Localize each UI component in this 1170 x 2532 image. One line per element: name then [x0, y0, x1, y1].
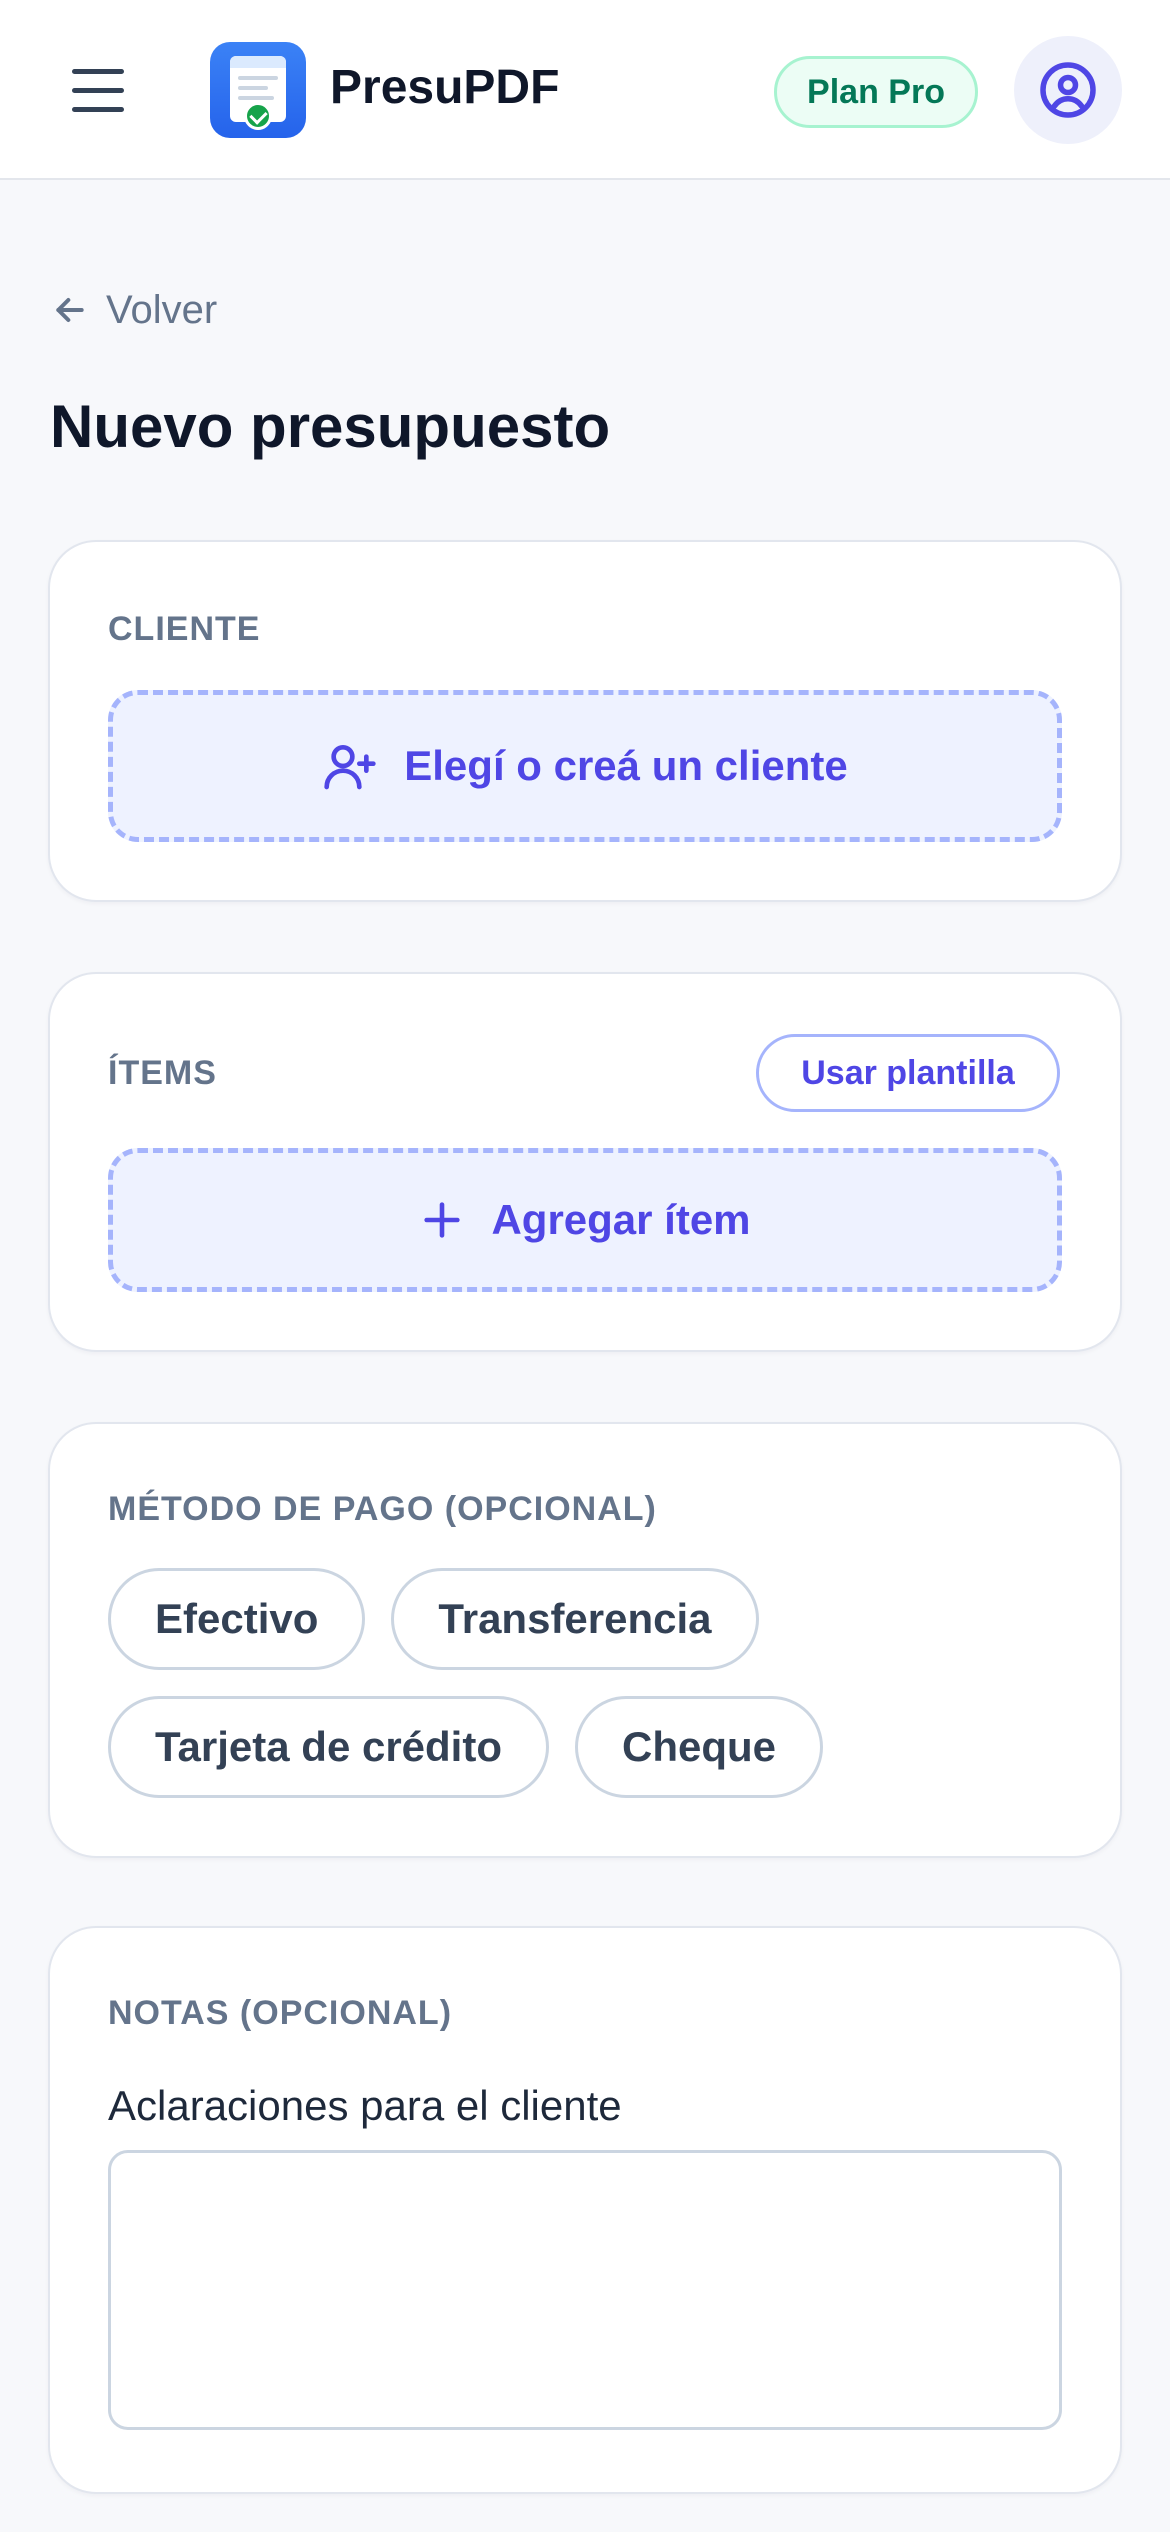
plan-badge[interactable]: Plan Pro — [774, 56, 978, 128]
select-client-button[interactable]: Elegí o creá un cliente — [108, 690, 1062, 842]
items-card: ÍTEMS Usar plantilla Agregar ítem — [48, 972, 1122, 1352]
top-app-bar: PresuPDF Plan Pro — [0, 0, 1170, 180]
plus-icon — [424, 1202, 461, 1238]
select-client-label: Elegí o creá un cliente — [404, 742, 848, 789]
add-item-label: Agregar ítem — [491, 1196, 751, 1243]
notes-card: NOTAS (OPCIONAL) Aclaraciones para el cl… — [48, 1926, 1122, 2494]
client-card: CLIENTE Elegí o creá un cliente — [48, 540, 1122, 902]
notes-section-label: NOTAS (OPCIONAL) — [108, 1994, 453, 2032]
payment-method-card: MÉTODO DE PAGO (OPCIONAL) Efectivo Trans… — [48, 1422, 1122, 1858]
use-template-button[interactable]: Usar plantilla — [756, 1034, 1060, 1112]
user-circle-icon — [1040, 62, 1096, 118]
add-item-button[interactable]: Agregar ítem — [108, 1148, 1062, 1292]
back-link[interactable]: Volver — [50, 280, 217, 340]
notes-textarea[interactable] — [108, 2150, 1062, 2430]
app-logo-icon — [210, 42, 306, 138]
page-title: Nuevo presupuesto — [50, 393, 611, 460]
back-link-label: Volver — [106, 287, 218, 332]
app-name: PresuPDF — [330, 61, 560, 114]
payment-section-label: MÉTODO DE PAGO (OPCIONAL) — [108, 1490, 657, 1528]
items-section-label: ÍTEMS — [108, 1054, 217, 1092]
notes-field-label: Aclaraciones para el cliente — [108, 2082, 622, 2129]
client-section-label: CLIENTE — [108, 610, 261, 648]
hamburger-menu-icon[interactable] — [60, 60, 136, 120]
user-plus-icon — [324, 745, 376, 790]
payment-option-tarjeta[interactable]: Tarjeta de crédito — [108, 1696, 549, 1798]
payment-option-cheque[interactable]: Cheque — [575, 1696, 824, 1798]
payment-options: Efectivo Transferencia Tarjeta de crédit… — [108, 1568, 1068, 1798]
arrow-left-icon — [56, 298, 84, 322]
account-button[interactable] — [1014, 36, 1122, 144]
payment-option-transferencia[interactable]: Transferencia — [391, 1568, 759, 1670]
payment-option-efectivo[interactable]: Efectivo — [108, 1568, 366, 1670]
check-badge-icon — [244, 102, 272, 130]
